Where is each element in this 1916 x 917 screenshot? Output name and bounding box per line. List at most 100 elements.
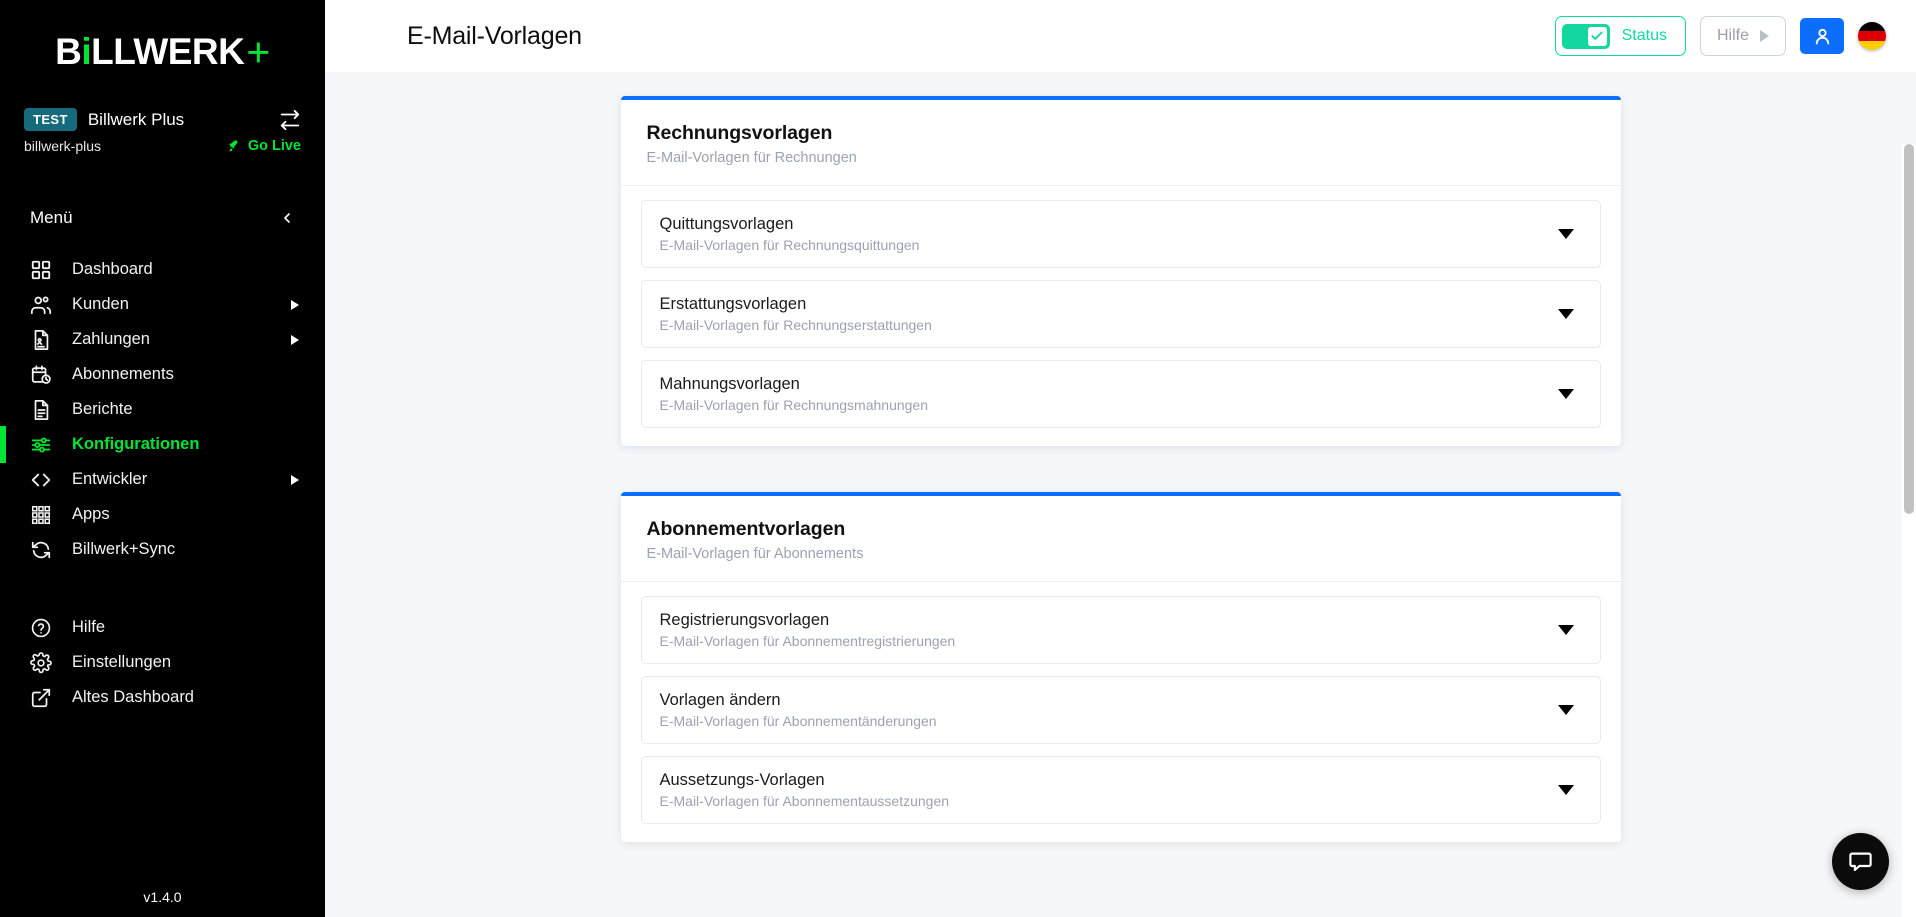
- accordion-row-mahnungsvorlagen[interactable]: Mahnungsvorlagen E-Mail-Vorlagen für Rec…: [640, 360, 1601, 428]
- sidebar-item-apps[interactable]: Apps: [0, 497, 325, 532]
- accordion-row-quittungsvorlagen[interactable]: Quittungsvorlagen E-Mail-Vorlagen für Re…: [640, 200, 1601, 268]
- caret-down-icon[interactable]: [1557, 625, 1574, 635]
- accordion-title: Mahnungsvorlagen: [659, 375, 800, 393]
- caret-down-icon[interactable]: [1557, 785, 1574, 795]
- accordion-text: Registrierungsvorlagen E-Mail-Vorlagen f…: [660, 611, 956, 649]
- header-actions: Status Hilfe: [1554, 16, 1886, 56]
- chat-bubble-icon: [1849, 852, 1872, 872]
- content-inner: Rechnungsvorlagen E-Mail-Vorlagen für Re…: [325, 96, 1916, 888]
- accordion-row-aussetzungs-vorlagen[interactable]: Aussetzungs-Vorlagen E-Mail-Vorlagen für…: [640, 756, 1601, 824]
- card-abonnementvorlagen: Abonnementvorlagen E-Mail-Vorlagen für A…: [620, 492, 1621, 842]
- scrollbar-thumb[interactable]: [1904, 144, 1914, 514]
- app-version: v1.4.0: [143, 889, 182, 905]
- brand-name: BiLLWERK: [55, 31, 245, 72]
- sidebar-item-einstellungen[interactable]: Einstellungen: [0, 645, 325, 680]
- status-label: Status: [1621, 27, 1667, 44]
- tenant-row-bottom: billwerk-plus Go Live: [24, 138, 301, 154]
- invoice-icon: [29, 328, 52, 351]
- sidebar-item-label: Konfigurationen: [72, 435, 200, 453]
- menu-label: Menü: [30, 208, 73, 227]
- caret-down-icon[interactable]: [1557, 389, 1574, 399]
- sidebar-item-label: Einstellungen: [72, 653, 172, 671]
- chat-support-button[interactable]: [1832, 833, 1889, 890]
- card-body: Quittungsvorlagen E-Mail-Vorlagen für Re…: [621, 186, 1621, 446]
- go-live-button[interactable]: Go Live: [227, 138, 301, 154]
- card-subtitle: E-Mail-Vorlagen für Rechnungen: [646, 150, 857, 166]
- user-icon: [1815, 28, 1829, 44]
- sidebar-item-label: Altes Dashboard: [72, 688, 194, 706]
- main-area: E-Mail-Vorlagen Status Hilfe Rechnungsvo…: [325, 0, 1916, 917]
- sidebar-nav: Dashboard Kunden Zahlungen Abonnements B…: [0, 252, 325, 715]
- apps-grid-icon: [29, 503, 52, 526]
- sidebar-item-label: Dashboard: [72, 260, 153, 278]
- accordion-subtitle: E-Mail-Vorlagen für Rechnungsquittungen: [659, 237, 920, 253]
- accordion-row-vorlagen-aendern[interactable]: Vorlagen ändern E-Mail-Vorlagen für Abon…: [640, 676, 1601, 744]
- sidebar-item-dashboard[interactable]: Dashboard: [0, 252, 325, 287]
- menu-header: Menü: [0, 190, 325, 246]
- tenant-name: Billwerk Plus: [87, 109, 185, 129]
- caret-down-icon[interactable]: [1557, 309, 1574, 319]
- code-icon: [29, 468, 52, 491]
- status-toggle-button[interactable]: Status: [1554, 16, 1686, 56]
- vertical-scrollbar[interactable]: [1902, 144, 1916, 917]
- germany-flag-icon[interactable]: [1858, 22, 1886, 50]
- swap-arrows-icon[interactable]: [279, 109, 301, 131]
- flag-stripe-red: [1858, 31, 1886, 41]
- accordion-text: Vorlagen ändern E-Mail-Vorlagen für Abon…: [660, 691, 937, 729]
- page-title: E-Mail-Vorlagen: [407, 21, 582, 50]
- caret-down-icon[interactable]: [1557, 705, 1574, 715]
- sidebar-item-billwerk-sync[interactable]: Billwerk+Sync: [0, 532, 325, 567]
- card-subtitle: E-Mail-Vorlagen für Abonnements: [646, 546, 864, 562]
- accordion-row-registrierungsvorlagen[interactable]: Registrierungsvorlagen E-Mail-Vorlagen f…: [640, 596, 1601, 664]
- accordion-title: Registrierungsvorlagen: [659, 611, 830, 629]
- card-body: Registrierungsvorlagen E-Mail-Vorlagen f…: [621, 582, 1621, 842]
- brand-logo-text: BiLLWERK +: [55, 31, 270, 73]
- card-header: Abonnementvorlagen E-Mail-Vorlagen für A…: [620, 496, 1621, 582]
- brand-logo[interactable]: BiLLWERK +: [0, 0, 325, 98]
- flag-stripe-gold: [1858, 40, 1886, 50]
- brand-plus: +: [246, 28, 270, 75]
- sidebar-item-kunden[interactable]: Kunden: [0, 287, 325, 322]
- card-title: Abonnementvorlagen: [646, 518, 846, 540]
- accordion-text: Mahnungsvorlagen E-Mail-Vorlagen für Rec…: [660, 375, 929, 413]
- chevron-left-icon[interactable]: [279, 210, 295, 226]
- sidebar-item-entwickler[interactable]: Entwickler: [0, 462, 325, 497]
- content-scroll-area[interactable]: Rechnungsvorlagen E-Mail-Vorlagen für Re…: [325, 72, 1916, 917]
- sidebar-item-label: Hilfe: [72, 618, 106, 636]
- sliders-icon: [29, 433, 52, 456]
- help-label: Hilfe: [1716, 27, 1749, 44]
- tenant-row-top: TEST Billwerk Plus: [24, 108, 301, 131]
- external-link-icon: [29, 686, 52, 709]
- accordion-text: Aussetzungs-Vorlagen E-Mail-Vorlagen für…: [660, 771, 950, 809]
- sync-icon: [29, 538, 52, 561]
- caret-down-icon[interactable]: [1557, 229, 1574, 239]
- sidebar-item-abonnements[interactable]: Abonnements: [0, 357, 325, 392]
- caret-right-icon: [1760, 30, 1769, 42]
- calendar-clock-icon: [29, 363, 52, 386]
- sidebar-item-label: Entwickler: [72, 470, 148, 488]
- caret-right-icon: [291, 299, 299, 310]
- user-account-button[interactable]: [1800, 18, 1844, 54]
- accordion-row-erstattungsvorlagen[interactable]: Erstattungsvorlagen E-Mail-Vorlagen für …: [640, 280, 1601, 348]
- status-toggle-track: [1561, 23, 1610, 49]
- sidebar-item-label: Berichte: [72, 400, 133, 418]
- document-icon: [29, 398, 52, 421]
- sidebar-item-konfigurationen[interactable]: Konfigurationen: [0, 426, 325, 463]
- sidebar-item-label: Kunden: [72, 295, 129, 313]
- sidebar-item-hilfe[interactable]: Hilfe: [0, 610, 325, 645]
- tenant-slug: billwerk-plus: [24, 138, 102, 154]
- sidebar-item-label: Zahlungen: [72, 330, 150, 348]
- sidebar-item-zahlungen[interactable]: Zahlungen: [0, 322, 325, 357]
- accordion-title: Vorlagen ändern: [659, 691, 781, 709]
- flag-stripe-black: [1858, 22, 1886, 32]
- help-button[interactable]: Hilfe: [1699, 16, 1786, 56]
- grid-icon: [29, 258, 52, 281]
- caret-right-icon: [291, 334, 299, 345]
- sidebar-item-label: Abonnements: [72, 365, 174, 383]
- accordion-text: Erstattungsvorlagen E-Mail-Vorlagen für …: [660, 295, 932, 333]
- sidebar: BiLLWERK + TEST Billwerk Plus billwerk-pl…: [0, 0, 325, 917]
- sidebar-item-altes-dashboard[interactable]: Altes Dashboard: [0, 680, 325, 715]
- card-title: Rechnungsvorlagen: [646, 122, 833, 144]
- sidebar-item-berichte[interactable]: Berichte: [0, 392, 325, 427]
